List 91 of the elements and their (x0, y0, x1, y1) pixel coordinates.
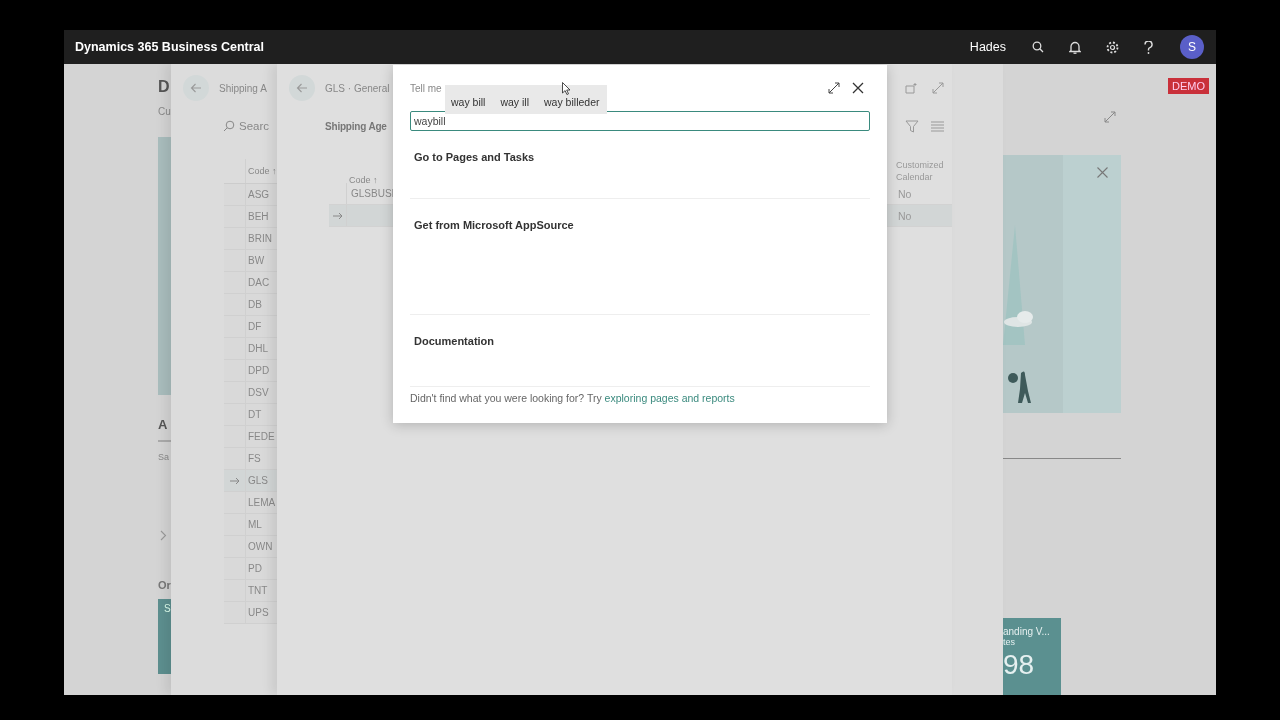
table-row[interactable]: DB (224, 294, 277, 316)
table-row[interactable]: UPS (224, 602, 277, 624)
section-heading[interactable]: Get from Microsoft AppSource (414, 219, 574, 231)
table-row[interactable]: BW (224, 250, 277, 272)
panel-title: Shipping A (219, 82, 267, 94)
table-row[interactable]: DSV (224, 382, 277, 404)
dialog-label: Tell me (410, 82, 442, 94)
table-cell-text: ML (247, 519, 263, 530)
bell-icon[interactable] (1069, 40, 1081, 54)
back-button[interactable] (183, 75, 209, 101)
table-row[interactable]: TNT (224, 580, 277, 602)
table-cell-text: UPS (247, 607, 270, 618)
page-title: D (158, 78, 171, 96)
explore-link[interactable]: exploring pages and reports (604, 392, 735, 404)
section-heading: Or (158, 579, 172, 591)
user-avatar[interactable]: S (1180, 35, 1204, 59)
table-cell-text: GLS (247, 475, 269, 486)
app-title: Dynamics 365 Business Central (75, 40, 264, 54)
arrow-icon (332, 211, 343, 220)
settings-icon[interactable] (1106, 40, 1119, 54)
table-row[interactable]: FEDE (224, 426, 277, 448)
table-cell-text: DT (247, 409, 263, 420)
section-heading[interactable]: Go to Pages and Tasks (414, 151, 535, 163)
section-title: Shipping Age (325, 120, 387, 132)
table-cell-text: DSV (247, 387, 270, 398)
table-cell-text: LEMA (247, 497, 277, 508)
tile-label: S (164, 603, 171, 614)
table-cell-text: BEH (247, 211, 270, 222)
close-icon[interactable] (852, 82, 864, 94)
company-name[interactable]: Hades (969, 40, 1006, 54)
filter-icon[interactable] (905, 119, 919, 133)
table-cell-text: BW (247, 255, 266, 266)
table-cell-text: FEDE (247, 431, 276, 442)
search-field[interactable]: Searc (239, 120, 279, 132)
table-row[interactable]: OWN (224, 536, 277, 558)
table-cell: GLSBUSI (351, 188, 395, 199)
chevron-icon[interactable] (160, 530, 167, 541)
table-cell-text: OWN (247, 541, 274, 552)
tile-label: tes (1003, 637, 1016, 647)
table-cell-text: DPD (247, 365, 271, 376)
table-row[interactable]: DF (224, 316, 277, 338)
arrow-icon (229, 476, 240, 485)
table-cell-text: TNT (247, 585, 269, 596)
table-cell-text: ASG (247, 189, 271, 200)
window-icon[interactable] (905, 82, 918, 94)
table-cell-text: DAC (247, 277, 271, 288)
arrow-icon (190, 83, 202, 93)
table-cell-text: PD (247, 563, 263, 574)
search-icon[interactable] (1032, 41, 1044, 53)
table-row[interactable]: DAC (224, 272, 277, 294)
panel-title: GLS · General (325, 82, 390, 94)
suggestion-item[interactable]: way billeder (544, 95, 600, 108)
column-header[interactable]: Customized Calendar (896, 159, 952, 185)
table-cell-text: BRIN (247, 233, 273, 244)
table-cell-text: No (897, 209, 913, 222)
search-field[interactable]: waybill (410, 111, 870, 131)
suggestion-item[interactable]: way bill (451, 95, 486, 108)
table-row[interactable]: DPD (224, 360, 277, 382)
table-row[interactable]: DT (224, 404, 277, 426)
table-row[interactable]: ASG (224, 184, 277, 206)
table-row[interactable]: DHL (224, 338, 277, 360)
help-icon[interactable] (1144, 40, 1153, 54)
table-cell-text: DB (247, 299, 263, 310)
footer-text: Didn't find what you were looking for? Try (410, 392, 602, 404)
table-row[interactable]: ML (224, 514, 277, 536)
arrow-icon (296, 83, 308, 93)
table-cell-text: FS (247, 453, 262, 464)
table-row[interactable]: FS (224, 448, 277, 470)
table-row[interactable]: BRIN (224, 228, 277, 250)
table-cell-text: DHL (247, 343, 269, 354)
table-row[interactable]: PD (224, 558, 277, 580)
table-row[interactable]: BEH (224, 206, 277, 228)
tile-label: anding V... (1003, 626, 1051, 637)
section-heading[interactable]: Documentation (414, 335, 495, 347)
demo-badge: DEMO (1168, 78, 1209, 94)
back-button[interactable] (289, 75, 315, 101)
table-cell-text: No (897, 187, 913, 200)
cursor-icon (562, 82, 571, 95)
tile-value: 98 (1003, 649, 1036, 681)
page-subtitle: Cu (158, 106, 172, 117)
table-row[interactable]: GLS (224, 470, 277, 492)
table-cell-text: DF (247, 321, 263, 332)
list-icon[interactable] (931, 120, 944, 132)
section-heading: A (158, 417, 169, 432)
table-row[interactable]: LEMA (224, 492, 277, 514)
tile[interactable]: anding V... tes 98 (1003, 618, 1061, 695)
suggestion-item[interactable]: way ill (500, 95, 530, 108)
column-header[interactable]: Code ↑ (246, 166, 277, 176)
tile[interactable]: S (158, 599, 171, 674)
cue-label: Sa (158, 452, 170, 462)
expand-icon[interactable] (828, 82, 840, 94)
